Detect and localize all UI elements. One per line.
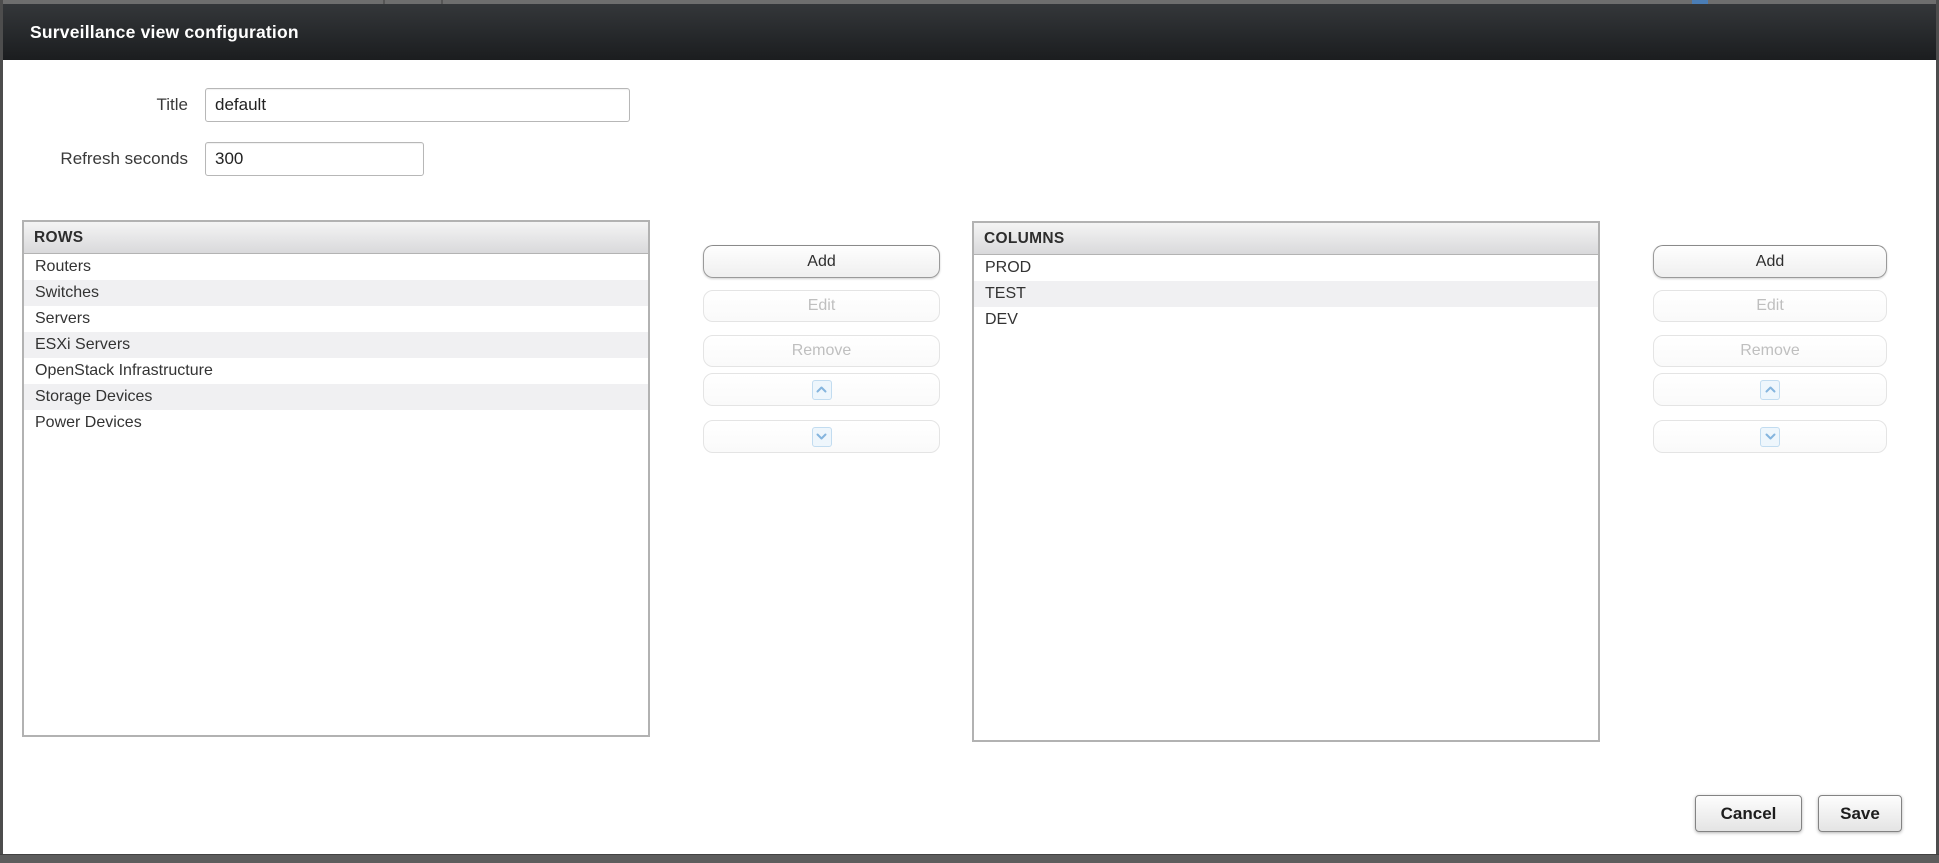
columns-edit-label: Edit	[1756, 297, 1784, 315]
columns-remove-button: Remove	[1653, 335, 1887, 367]
rows-list: RoutersSwitchesServersESXi ServersOpenSt…	[24, 254, 648, 436]
list-item[interactable]: Switches	[24, 280, 648, 306]
list-item[interactable]: Power Devices	[24, 410, 648, 436]
chevron-down-icon	[812, 427, 832, 447]
cancel-button[interactable]: Cancel	[1695, 795, 1802, 832]
rows-move-down-button	[703, 420, 940, 453]
list-item[interactable]: ESXi Servers	[24, 332, 648, 358]
rows-remove-label: Remove	[792, 342, 852, 360]
columns-add-button[interactable]: Add	[1653, 245, 1887, 278]
rows-panel: ROWS RoutersSwitchesServersESXi ServersO…	[22, 220, 650, 737]
columns-add-label: Add	[1756, 253, 1784, 271]
columns-panel: COLUMNS PRODTESTDEV	[972, 221, 1600, 742]
columns-edit-button: Edit	[1653, 290, 1887, 322]
rows-edit-button: Edit	[703, 290, 940, 322]
rows-add-label: Add	[807, 253, 835, 271]
rows-edit-label: Edit	[808, 297, 836, 315]
dialog-border-left	[0, 0, 3, 863]
list-item[interactable]: DEV	[974, 307, 1598, 333]
surveillance-view-config-dialog: Surveillance view configuration Title Re…	[0, 0, 1939, 863]
list-item[interactable]: Routers	[24, 254, 648, 280]
columns-panel-header: COLUMNS	[974, 223, 1598, 255]
list-item[interactable]: Storage Devices	[24, 384, 648, 410]
chevron-down-icon	[1760, 427, 1780, 447]
list-item[interactable]: PROD	[974, 255, 1598, 281]
list-item[interactable]: Servers	[24, 306, 648, 332]
title-input[interactable]	[205, 88, 630, 122]
rows-remove-button: Remove	[703, 335, 940, 367]
columns-list: PRODTESTDEV	[974, 255, 1598, 333]
dialog-border-bottom	[0, 854, 1939, 863]
chevron-up-icon	[1760, 380, 1780, 400]
dialog-title: Surveillance view configuration	[3, 22, 299, 43]
save-button[interactable]: Save	[1818, 795, 1902, 832]
save-label: Save	[1840, 804, 1880, 824]
dialog-titlebar[interactable]: Surveillance view configuration	[3, 4, 1936, 60]
rows-panel-header: ROWS	[24, 222, 648, 254]
list-item[interactable]: OpenStack Infrastructure	[24, 358, 648, 384]
cancel-label: Cancel	[1721, 804, 1777, 824]
columns-move-up-button	[1653, 373, 1887, 406]
columns-remove-label: Remove	[1740, 342, 1800, 360]
columns-move-down-button	[1653, 420, 1887, 453]
rows-move-up-button	[703, 373, 940, 406]
refresh-seconds-label: Refresh seconds	[20, 149, 188, 169]
list-item[interactable]: TEST	[974, 281, 1598, 307]
title-label: Title	[30, 95, 188, 115]
refresh-seconds-input[interactable]	[205, 142, 424, 176]
rows-add-button[interactable]: Add	[703, 245, 940, 278]
chevron-up-icon	[812, 380, 832, 400]
